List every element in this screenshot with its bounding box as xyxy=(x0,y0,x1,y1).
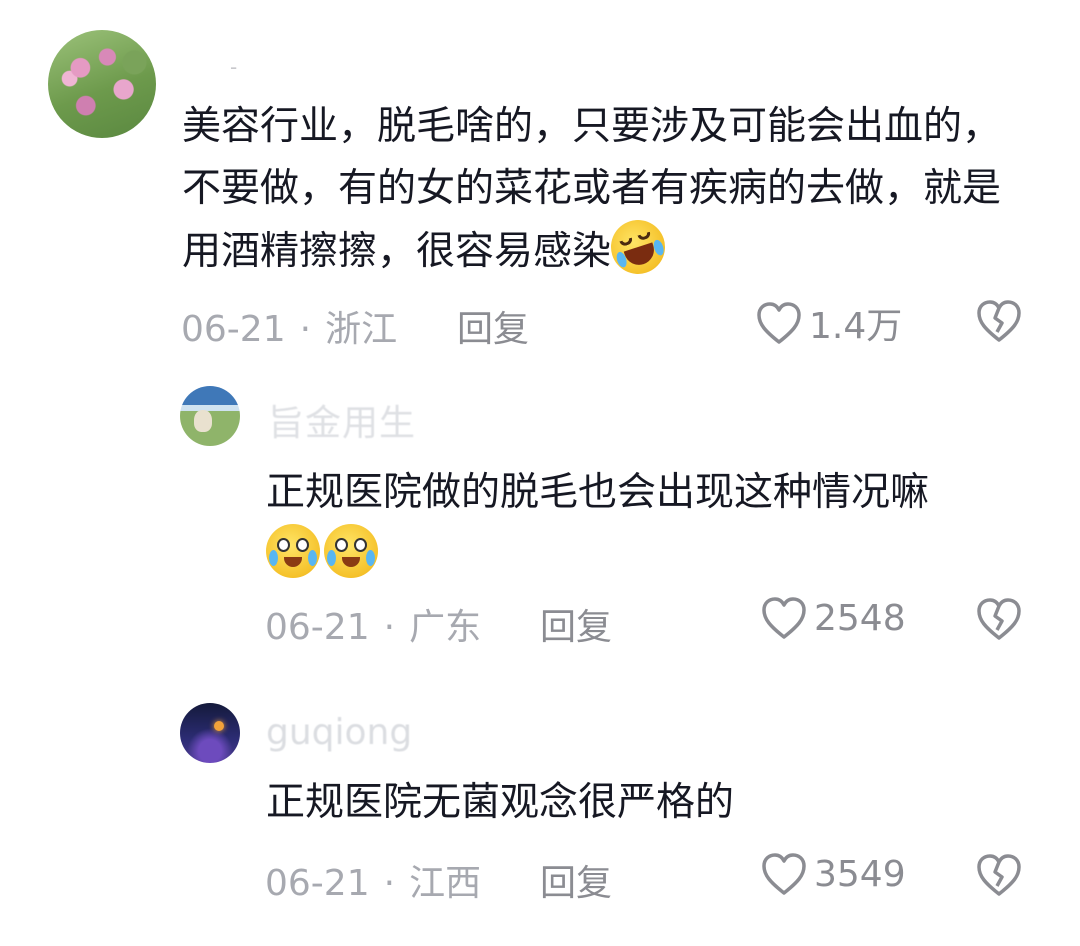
broken-heart-outline-icon[interactable] xyxy=(975,852,1023,898)
broken-heart-outline-icon[interactable] xyxy=(975,298,1023,344)
like-button[interactable]: 3549 xyxy=(760,851,906,897)
avatar[interactable] xyxy=(48,30,156,138)
like-button[interactable]: 2548 xyxy=(760,595,906,641)
tears-of-joy-emoji-icon xyxy=(324,524,378,578)
heart-outline-icon xyxy=(762,597,806,639)
comment-location: 浙江 xyxy=(325,309,398,350)
like-count: 3549 xyxy=(814,853,906,895)
rolling-laugh-emoji-icon xyxy=(603,212,673,282)
comment-meta: 06-21 · 广东 xyxy=(265,607,482,648)
avatar[interactable] xyxy=(180,386,240,446)
comment-date: 06-21 xyxy=(265,607,370,648)
heart-outline-icon xyxy=(762,853,806,895)
username[interactable]: guqiong xyxy=(266,712,412,753)
username[interactable]: - xyxy=(230,55,237,79)
comment-location: 广东 xyxy=(409,607,482,648)
reply-button[interactable]: 回复 xyxy=(540,854,612,906)
avatar[interactable] xyxy=(180,703,240,763)
reply-button[interactable]: 回复 xyxy=(457,300,529,352)
comment-text: 正规医院无菌观念很严格的 xyxy=(266,780,735,825)
username[interactable]: 旨金用生 xyxy=(268,394,416,446)
comment-meta: 06-21 · 浙江 xyxy=(181,309,398,350)
broken-heart-outline-icon[interactable] xyxy=(975,596,1023,642)
comment-date: 06-21 xyxy=(181,309,286,350)
reply-button[interactable]: 回复 xyxy=(540,598,612,650)
comment-meta: 06-21 · 江西 xyxy=(265,863,482,904)
tears-of-joy-emoji-icon xyxy=(266,524,320,578)
comment-date: 06-21 xyxy=(265,863,370,904)
like-count: 1.4万 xyxy=(809,306,903,347)
like-button[interactable]: 1.4万 xyxy=(755,297,902,349)
comment-text: 美容行业，脱毛啥的，只要涉及可能会出血的，不要做，有的女的菜花或者有疾病的去做，… xyxy=(182,96,1022,283)
like-count: 2548 xyxy=(814,597,906,639)
comment-text: 正规医院做的脱毛也会出现这种情况嘛 xyxy=(266,462,1056,587)
heart-outline-icon xyxy=(757,302,801,344)
comment-location: 江西 xyxy=(409,863,482,904)
